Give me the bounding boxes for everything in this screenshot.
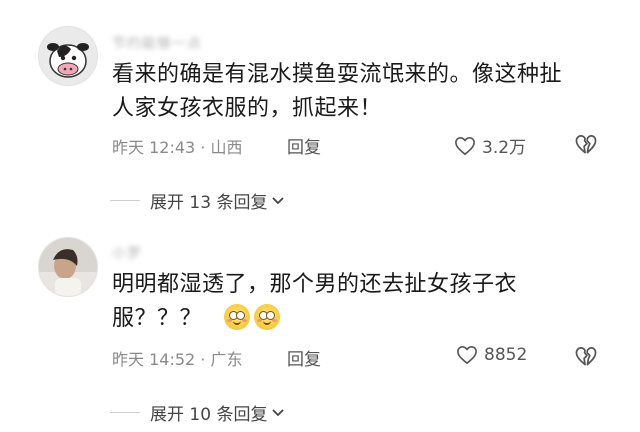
photo-avatar-icon [39,238,97,296]
emoji-blush [256,319,262,322]
dislike-button[interactable] [574,134,598,159]
heart-outline-icon [457,346,477,364]
expand-replies-label[interactable]: 展开 13 条回复 [150,188,267,213]
emoji-mouth [232,319,241,325]
expand-replies[interactable]: 展开 13 条回复 [110,188,285,213]
flushed-face-emoji [253,304,280,330]
expand-replies[interactable]: 展开 10 条回复 [110,400,285,425]
username[interactable]: 节约能够一点 [112,33,202,53]
comment-time-location: 昨天 12:43 · 山西 [112,138,243,157]
chevron-down-icon [272,408,285,416]
comment-text-line: 明明都湿透了，那个男的还去扯女孩子衣 [112,272,518,297]
reply-button[interactable]: 回复 [287,133,321,158]
like-count: 8852 [484,345,528,365]
heart-outline-icon [455,136,475,155]
emoji-blush [271,319,277,322]
emoji-blush [226,319,232,322]
avatar[interactable] [38,237,98,297]
like-count: 3.2万 [482,138,527,158]
broken-heart-icon [575,135,597,154]
dislike-button[interactable] [574,346,598,371]
reply-button[interactable]: 回复 [287,345,321,370]
like-button[interactable]: 8852 [456,345,527,365]
cow-avatar-icon [39,27,97,85]
comment-time-location: 昨天 14:52 · 广东 [112,350,243,369]
broken-heart-icon [575,347,597,366]
divider [110,200,140,201]
expand-replies-label[interactable]: 展开 10 条回复 [150,400,267,425]
username[interactable]: 小罗 [112,243,142,263]
comment-text: 明明都湿透了，那个男的还去扯女孩子衣 服？？？ [112,268,612,336]
emoji-mouth [262,319,271,325]
flushed-face-emoji [223,304,250,330]
comment-text-line: 服？？？ [112,302,612,336]
comment-text-line: 看来的确是有混水摸鱼耍流氓来的。像这种扯 [112,62,563,87]
divider [110,412,140,413]
comment-text-line: 人家女孩衣服的，抓起来！ [112,96,383,121]
comment-text-segment: 服？？？ [112,306,203,331]
emoji-blush [241,319,247,322]
chevron-down-icon [272,196,285,204]
comment-text: 看来的确是有混水摸鱼耍流氓来的。像这种扯 人家女孩衣服的，抓起来！ [112,58,612,126]
like-button[interactable]: 3.2万 [454,133,526,158]
avatar[interactable] [38,26,98,86]
